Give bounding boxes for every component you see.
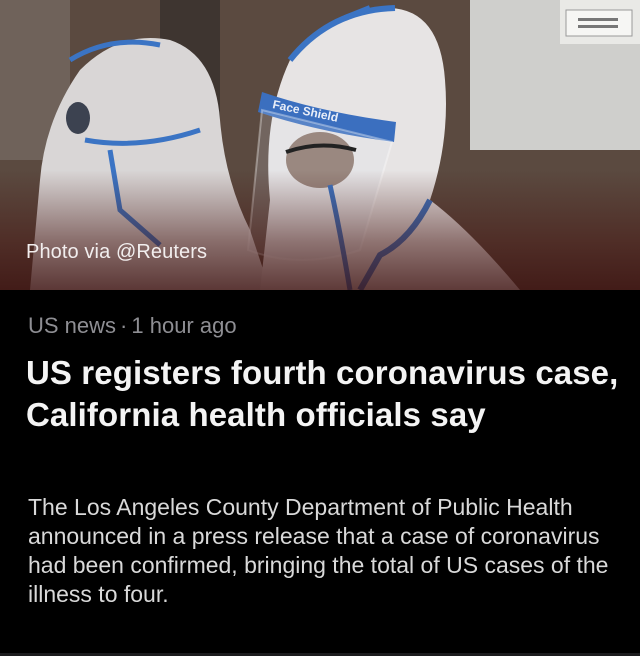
timestamp: 1 hour ago [131,313,237,338]
photo-gradient-overlay [0,170,640,290]
category-label[interactable]: US news [28,313,116,338]
article-headline[interactable]: US registers fourth coronavirus case, Ca… [26,352,626,436]
meta-separator: · [120,313,128,338]
article-meta: US news · 1 hour ago [28,313,237,339]
photo-credit: Photo via @Reuters [26,241,208,263]
news-card[interactable]: Face Shield Photo via @Reuters US news · 1… [0,0,640,656]
article-photo[interactable]: Face Shield Photo via @Reuters [0,0,640,290]
article-summary: The Los Angeles County Department of Pub… [28,494,609,607]
